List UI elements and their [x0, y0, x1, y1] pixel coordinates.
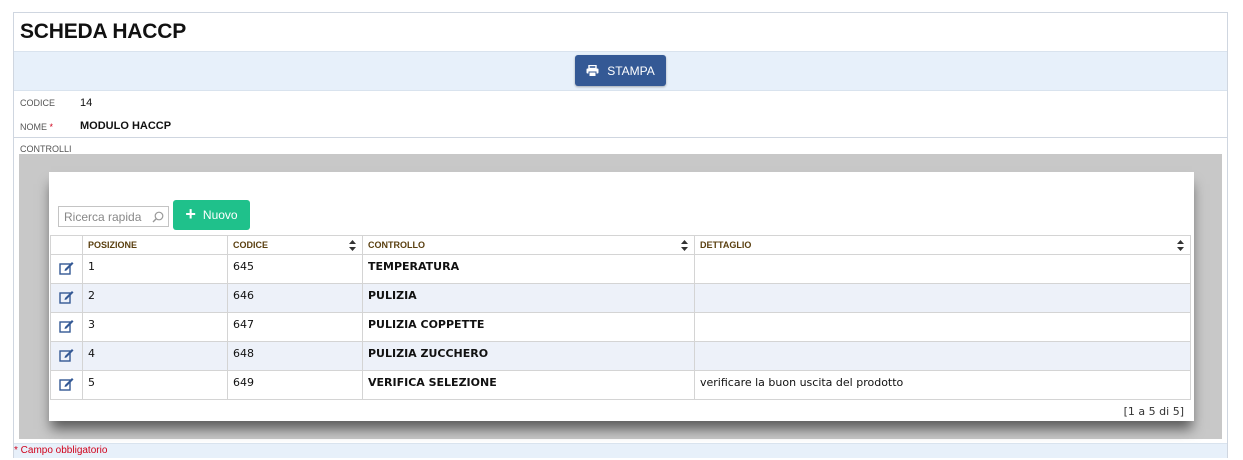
- edit-column-header: [50, 235, 83, 255]
- cell-dettaglio: [694, 312, 1191, 342]
- controls-table: POSIZIONE CODICE CONTROLLO DETTAGLIO 1 64…: [50, 235, 1191, 400]
- table-header: POSIZIONE CODICE CONTROLLO DETTAGLIO: [50, 235, 1191, 255]
- table-row[interactable]: 4 648 PULIZIA ZUCCHERO: [50, 341, 1191, 371]
- edit-icon[interactable]: [50, 370, 83, 400]
- cell-codice: 647: [227, 312, 363, 342]
- sort-icon: [1177, 240, 1184, 251]
- table-row[interactable]: 2 646 PULIZIA: [50, 283, 1191, 313]
- print-button[interactable]: STAMPA: [575, 55, 666, 86]
- required-note: * Campo obbligatorio: [14, 445, 108, 456]
- edit-icon[interactable]: [50, 254, 83, 284]
- edit-icon[interactable]: [50, 341, 83, 371]
- column-header-codice[interactable]: CODICE: [227, 235, 363, 255]
- controls-grid-panel: Ricerca rapida + Nuovo POSIZIONE CODICE …: [49, 172, 1194, 421]
- edit-icon[interactable]: [50, 283, 83, 313]
- cell-dettaglio: [694, 283, 1191, 313]
- controlli-label: CONTROLLI: [20, 144, 72, 154]
- nome-value: MODULO HACCP: [80, 120, 172, 132]
- column-header-controllo[interactable]: CONTROLLO: [362, 235, 695, 255]
- cell-dettaglio: verificare la buon uscita del prodotto: [694, 370, 1191, 400]
- cell-codice: 646: [227, 283, 363, 313]
- cell-controllo: PULIZIA: [362, 283, 695, 313]
- sort-icon: [681, 240, 688, 251]
- edit-icon[interactable]: [50, 312, 83, 342]
- search-placeholder: Ricerca rapida: [64, 210, 142, 224]
- cell-dettaglio: [694, 341, 1191, 371]
- table-row[interactable]: 5 649 VERIFICA SELEZIONE verificare la buon…: [50, 370, 1191, 400]
- cell-posizione: 3: [82, 312, 228, 342]
- nome-label: NOME *: [20, 122, 54, 132]
- cell-dettaglio: [694, 254, 1191, 284]
- cell-codice: 649: [227, 370, 363, 400]
- sort-icon: [349, 240, 356, 251]
- page-title: SCHEDA HACCP: [20, 20, 186, 43]
- haccp-form: SCHEDA HACCP STAMPA CODICE 14 NOME * MOD…: [13, 12, 1228, 458]
- printer-icon: [586, 64, 599, 77]
- new-label: Nuovo: [202, 208, 238, 222]
- footer: * Campo obbligatorio: [14, 443, 1227, 458]
- cell-controllo: PULIZIA ZUCCHERO: [362, 341, 695, 371]
- form-fields: CODICE 14 NOME * MODULO HACCP: [14, 92, 1227, 138]
- cell-posizione: 1: [82, 254, 228, 284]
- pagination-info: [1 a 5 di 5]: [1123, 405, 1184, 418]
- table-row[interactable]: 3 647 PULIZIA COPPETTE: [50, 312, 1191, 342]
- cell-posizione: 5: [82, 370, 228, 400]
- column-header-dettaglio[interactable]: DETTAGLIO: [694, 235, 1191, 255]
- cell-posizione: 2: [82, 283, 228, 313]
- cell-controllo: VERIFICA SELEZIONE: [362, 370, 695, 400]
- plus-icon: +: [185, 204, 196, 224]
- required-mark: *: [49, 122, 54, 132]
- toolbar: STAMPA: [14, 51, 1227, 91]
- column-header-posizione[interactable]: POSIZIONE: [82, 235, 228, 255]
- codice-value: 14: [80, 97, 93, 109]
- print-label: STAMPA: [607, 63, 655, 78]
- cell-posizione: 4: [82, 341, 228, 371]
- cell-codice: 645: [227, 254, 363, 284]
- cell-controllo: TEMPERATURA: [362, 254, 695, 284]
- codice-label: CODICE: [20, 98, 56, 108]
- table-row[interactable]: 1 645 TEMPERATURA: [50, 254, 1191, 284]
- search-icon: [152, 211, 164, 226]
- cell-codice: 648: [227, 341, 363, 371]
- cell-controllo: PULIZIA COPPETTE: [362, 312, 695, 342]
- search-input[interactable]: Ricerca rapida: [58, 206, 169, 227]
- new-button[interactable]: + Nuovo: [173, 200, 250, 230]
- controls-container: Ricerca rapida + Nuovo POSIZIONE CODICE …: [19, 154, 1222, 439]
